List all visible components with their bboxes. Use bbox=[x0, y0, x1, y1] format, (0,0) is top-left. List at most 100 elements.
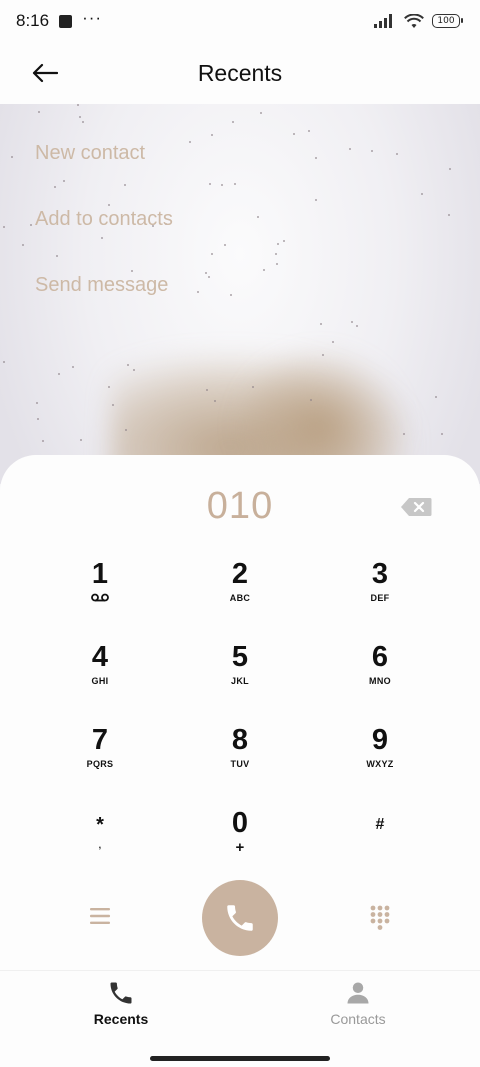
key-digit: 9 bbox=[371, 724, 389, 756]
speckle bbox=[356, 325, 358, 327]
call-button[interactable] bbox=[202, 880, 278, 956]
speckle bbox=[214, 400, 216, 402]
key-digit: 4 bbox=[91, 641, 109, 673]
key-letters: TUV bbox=[230, 759, 250, 769]
speckle bbox=[77, 104, 79, 106]
key-letters: JKL bbox=[231, 676, 249, 686]
dialer-actions bbox=[0, 878, 480, 958]
phone-icon bbox=[227, 905, 253, 931]
key-7[interactable]: 7 PQRS bbox=[30, 716, 170, 796]
key-8[interactable]: 8 TUV bbox=[170, 716, 310, 796]
key-3[interactable]: 3 DEF bbox=[310, 550, 450, 630]
speckle bbox=[72, 366, 74, 368]
speckle bbox=[208, 276, 210, 278]
speckle bbox=[206, 389, 208, 391]
tab-recents-label: Recents bbox=[93, 1011, 149, 1027]
speckle bbox=[448, 214, 450, 216]
speckle bbox=[260, 112, 262, 114]
key-digit: 6 bbox=[371, 641, 389, 673]
send-message-option[interactable]: Send message bbox=[35, 270, 173, 336]
page-title: Recents bbox=[197, 59, 283, 86]
speckle bbox=[112, 404, 114, 406]
person-icon bbox=[347, 982, 369, 1004]
speckle bbox=[293, 133, 295, 135]
key-digit: 0 bbox=[231, 807, 249, 839]
key-digit: 8 bbox=[231, 724, 249, 756]
speckle bbox=[232, 121, 234, 123]
status-bar: 8:16 ··· 100 bbox=[0, 0, 480, 42]
speckle bbox=[133, 369, 135, 371]
key-0[interactable]: 0 + bbox=[170, 799, 310, 879]
tab-contacts[interactable]: Contacts bbox=[298, 979, 418, 1027]
key-hash[interactable]: # bbox=[310, 799, 450, 879]
signal-icon bbox=[374, 14, 392, 28]
key-4[interactable]: 4 GHI bbox=[30, 633, 170, 713]
speckle bbox=[283, 240, 285, 242]
speckle bbox=[11, 156, 13, 158]
battery-level: 100 bbox=[437, 16, 455, 26]
key-2[interactable]: 2 ABC bbox=[170, 550, 310, 630]
key-6[interactable]: 6 MNO bbox=[310, 633, 450, 713]
phone-icon bbox=[110, 982, 132, 1004]
speckle bbox=[205, 272, 207, 274]
speckle bbox=[79, 116, 81, 118]
speckle bbox=[322, 354, 324, 356]
speckle bbox=[189, 141, 191, 143]
backspace-icon bbox=[401, 498, 432, 516]
more-notifications-icon: ··· bbox=[82, 8, 103, 27]
speckle bbox=[37, 418, 39, 420]
key-digit: # bbox=[375, 816, 385, 833]
speckle bbox=[211, 134, 213, 136]
options-list: New contact Add to contacts Send message bbox=[35, 138, 173, 336]
dialpad-icon bbox=[370, 905, 390, 930]
speckle bbox=[263, 269, 265, 271]
speckle bbox=[230, 294, 232, 296]
speckle bbox=[36, 402, 38, 404]
key-letters: DEF bbox=[370, 593, 390, 603]
backspace-button[interactable] bbox=[400, 497, 432, 517]
key-letters: WXYZ bbox=[366, 759, 394, 769]
speckle bbox=[332, 341, 334, 343]
speckle bbox=[315, 199, 317, 201]
tab-recents[interactable]: Recents bbox=[61, 979, 181, 1027]
bottom-nav: Recents Contacts bbox=[0, 970, 480, 1067]
key-digit: 2 bbox=[231, 558, 249, 590]
status-left: 8:16 ··· bbox=[16, 8, 103, 31]
key-9[interactable]: 9 WXYZ bbox=[310, 716, 450, 796]
speckle bbox=[320, 323, 322, 325]
speckle bbox=[310, 399, 312, 401]
key-digit: 5 bbox=[231, 641, 249, 673]
key-letters: PQRS bbox=[86, 759, 114, 769]
speckle bbox=[3, 226, 5, 228]
back-arrow-icon bbox=[32, 63, 58, 83]
speckle bbox=[315, 157, 317, 159]
key-1[interactable]: 1 bbox=[30, 550, 170, 630]
speckle bbox=[197, 291, 199, 293]
dialpad-toggle-button[interactable] bbox=[368, 904, 392, 930]
home-indicator[interactable] bbox=[150, 1056, 330, 1061]
voicemail-icon bbox=[91, 593, 109, 602]
speckle bbox=[127, 364, 129, 366]
speckle bbox=[275, 253, 277, 255]
speckle bbox=[349, 148, 351, 150]
speckle bbox=[42, 440, 44, 442]
speckle bbox=[82, 121, 84, 123]
key-star[interactable]: * , bbox=[30, 799, 170, 879]
speckle bbox=[441, 433, 443, 435]
battery-icon: 100 bbox=[432, 14, 463, 28]
add-to-contacts-option[interactable]: Add to contacts bbox=[35, 204, 173, 270]
speckle bbox=[257, 216, 259, 218]
speckle bbox=[371, 150, 373, 152]
back-button[interactable] bbox=[30, 58, 60, 88]
speckle bbox=[308, 130, 310, 132]
menu-button[interactable] bbox=[88, 906, 112, 926]
speckle bbox=[224, 244, 226, 246]
key-5[interactable]: 5 JKL bbox=[170, 633, 310, 713]
speckle bbox=[421, 193, 423, 195]
speckle bbox=[276, 263, 278, 265]
status-right: 100 bbox=[374, 13, 463, 29]
header: Recents bbox=[0, 42, 480, 104]
speckle bbox=[38, 111, 40, 113]
speckle bbox=[30, 224, 32, 226]
new-contact-option[interactable]: New contact bbox=[35, 138, 173, 204]
